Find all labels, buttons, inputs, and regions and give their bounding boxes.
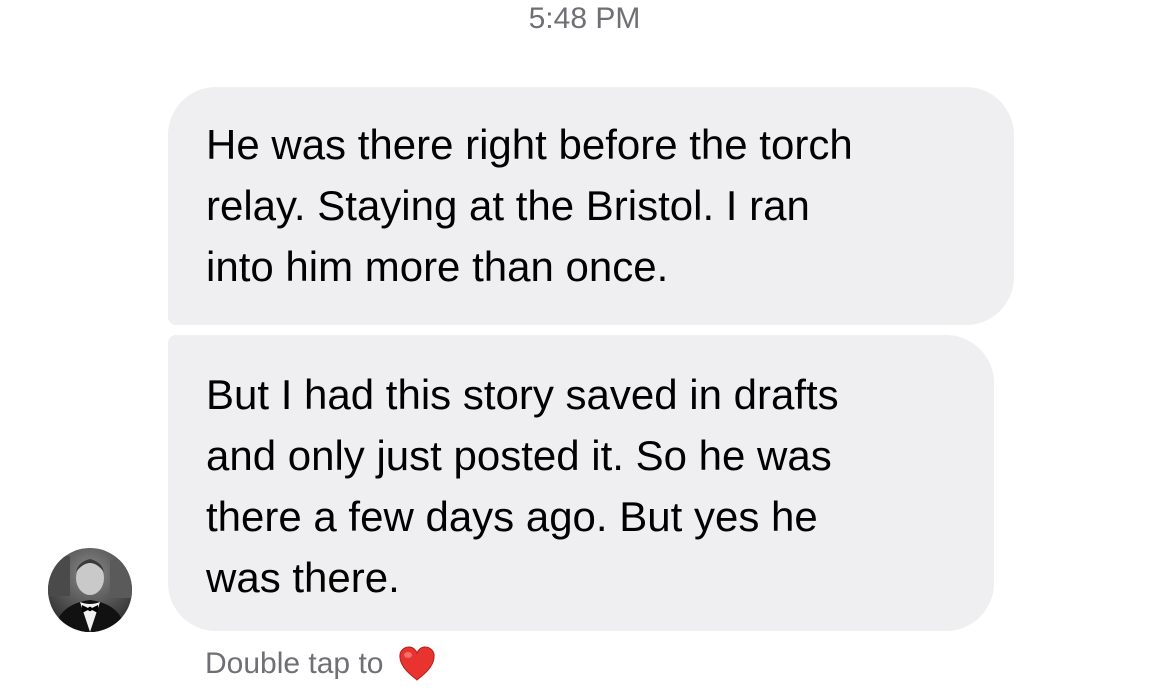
message-text-line: and only just posted it. So he was bbox=[206, 432, 832, 479]
avatar-photo bbox=[48, 548, 132, 632]
message-text-line: He was there right before the torch bbox=[206, 121, 853, 168]
message-text-line: was there. bbox=[206, 554, 400, 601]
message-text-line: But I had this story saved in drafts bbox=[206, 371, 839, 418]
message-text-line: relay. Staying at the Bristol. I ran bbox=[206, 182, 810, 229]
message-bubble[interactable]: He was there right before the torch rela… bbox=[168, 87, 1014, 325]
message-bubble[interactable]: But I had this story saved in drafts and… bbox=[168, 335, 994, 631]
sender-avatar[interactable] bbox=[48, 548, 132, 632]
double-tap-label: Double tap to bbox=[205, 647, 384, 680]
message-text-line: into him more than once. bbox=[206, 243, 669, 290]
heart-icon[interactable] bbox=[397, 644, 437, 684]
double-tap-hint: Double tap to bbox=[205, 642, 437, 686]
message-timestamp: 5:48 PM bbox=[528, 2, 641, 35]
message-text-line: there a few days ago. But yes he bbox=[206, 493, 818, 540]
